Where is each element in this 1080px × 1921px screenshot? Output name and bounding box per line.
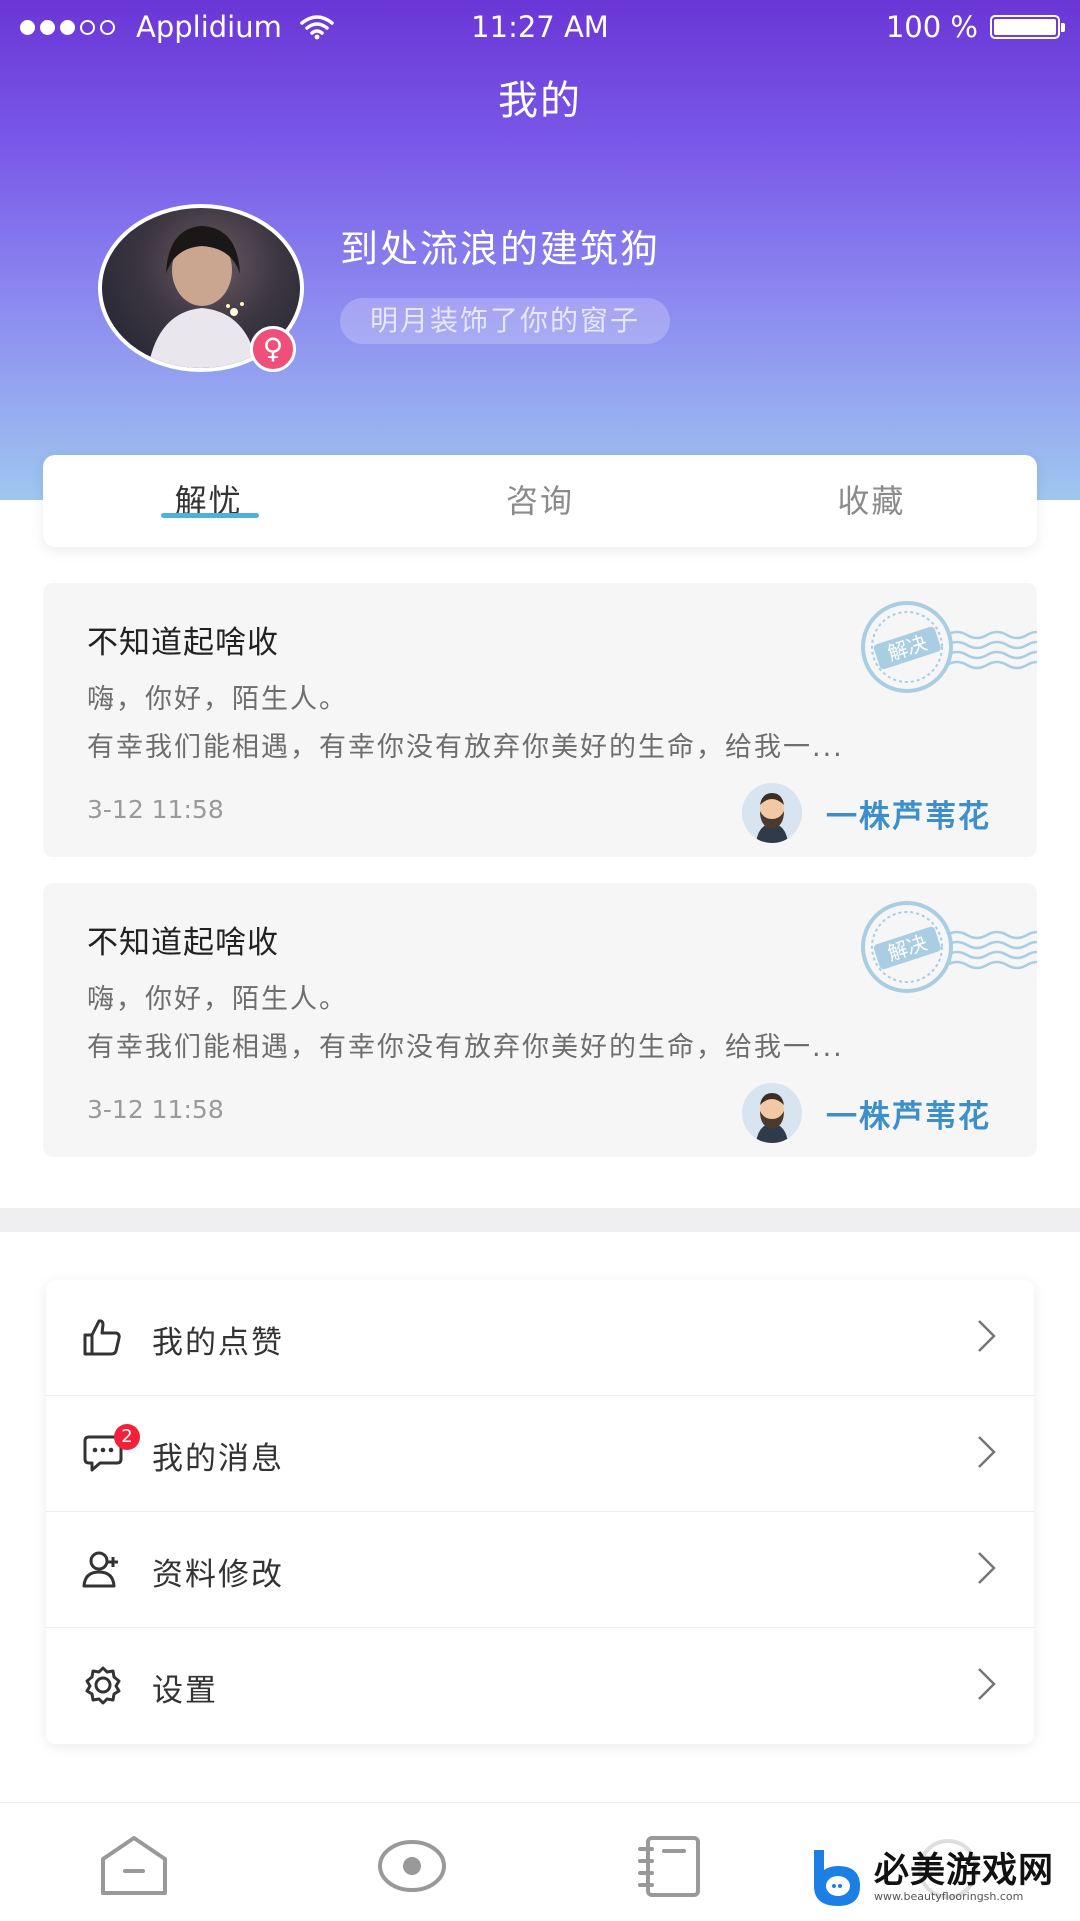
card-greeting: 嗨，你好，陌生人。 [87,984,348,1015]
menu-label: 设置 [152,1673,218,1709]
tab-active-indicator [161,513,259,518]
status-right: 100 % [885,10,1065,44]
tab-shoucang-label: 收藏 [837,482,906,520]
status-bar: Applidium 11:27 AM 100 % [0,0,1080,52]
user-edit-icon [82,1549,124,1589]
card-title: 不知道起啥收 [87,925,279,961]
resolved-stamp-icon: 解决 [857,599,1037,695]
gear-icon [82,1665,124,1705]
chevron-right-icon [976,1550,998,1586]
chevron-right-icon [976,1666,998,1702]
menu-item-profile-edit[interactable]: 资料修改 [46,1512,1034,1628]
watermark-logo-icon [806,1846,866,1910]
menu-label: 我的消息 [152,1441,284,1477]
card-preview: 有幸我们能相遇，有幸你没有放弃你美好的生命，给我一... [87,1032,844,1063]
section-divider [0,1208,1080,1232]
card-timestamp: 3-12 11:58 [87,795,224,824]
menu-item-messages[interactable]: 2 我的消息 [46,1396,1034,1512]
tab-zixun[interactable]: 咨询 [374,455,705,547]
nav-notebook[interactable] [636,1833,708,1899]
tab-zixun-label: 咨询 [505,482,574,520]
chevron-right-icon [976,1318,998,1354]
notebook-icon [638,1836,700,1897]
menu-label: 我的点赞 [152,1325,284,1361]
chevron-right-icon [976,1434,998,1470]
card-author[interactable]: 一株芦苇花 [742,1083,991,1143]
menu-label: 资料修改 [152,1557,284,1593]
watermark-url: www.beautyflooringsh.com [874,1890,1024,1903]
card-title: 不知道起啥收 [87,625,279,661]
unread-badge: 2 [114,1424,140,1450]
author-name: 一株芦苇花 [826,1098,991,1135]
resolved-stamp-icon: 解决 [857,899,1037,995]
tab-shoucang[interactable]: 收藏 [706,455,1037,547]
battery-percentage: 100 % [885,10,978,44]
eye-icon [378,1840,446,1892]
card-greeting: 嗨，你好，陌生人。 [87,684,348,715]
tab-jieyou[interactable]: 解忧 [43,455,374,547]
list-item[interactable]: 解决 不知道起啥收 嗨，你好，陌生人。 有幸我们能相遇，有幸你没有放弃你美好的生… [43,583,1037,857]
menu-item-likes[interactable]: 我的点赞 [46,1280,1034,1396]
card-author[interactable]: 一株芦苇花 [742,783,991,843]
gender-female-icon: ♀ [250,326,296,372]
tab-bar: 解忧 咨询 收藏 [43,455,1037,547]
signature: 明月装饰了你的窗子 [340,298,671,344]
nav-discover[interactable] [376,1833,448,1899]
home-icon [101,1836,167,1895]
watermark-title: 必美游戏网 [874,1851,1055,1891]
page-title: 我的 [498,78,582,124]
list-item[interactable]: 解决 不知道起啥收 嗨，你好，陌生人。 有幸我们能相遇，有幸你没有放弃你美好的生… [43,883,1037,1157]
author-avatar [742,1083,802,1143]
watermark-text: 必美游戏网 www.beautyflooringsh.com [874,1852,1054,1904]
nav-home[interactable] [98,1833,170,1899]
author-avatar [742,783,802,843]
card-preview: 有幸我们能相遇，有幸你没有放弃你美好的生命，给我一... [87,732,844,763]
thumbs-up-icon [82,1317,124,1357]
username: 到处流浪的建筑狗 [340,227,661,271]
menu-item-settings[interactable]: 设置 [46,1628,1034,1743]
settings-menu: 我的点赞 2 我的消息 资料修改 设置 [46,1280,1034,1744]
battery-icon [990,15,1065,39]
author-name: 一株芦苇花 [826,798,991,835]
card-timestamp: 3-12 11:58 [87,1095,224,1124]
watermark: 必美游戏网 www.beautyflooringsh.com [802,1838,1074,1918]
